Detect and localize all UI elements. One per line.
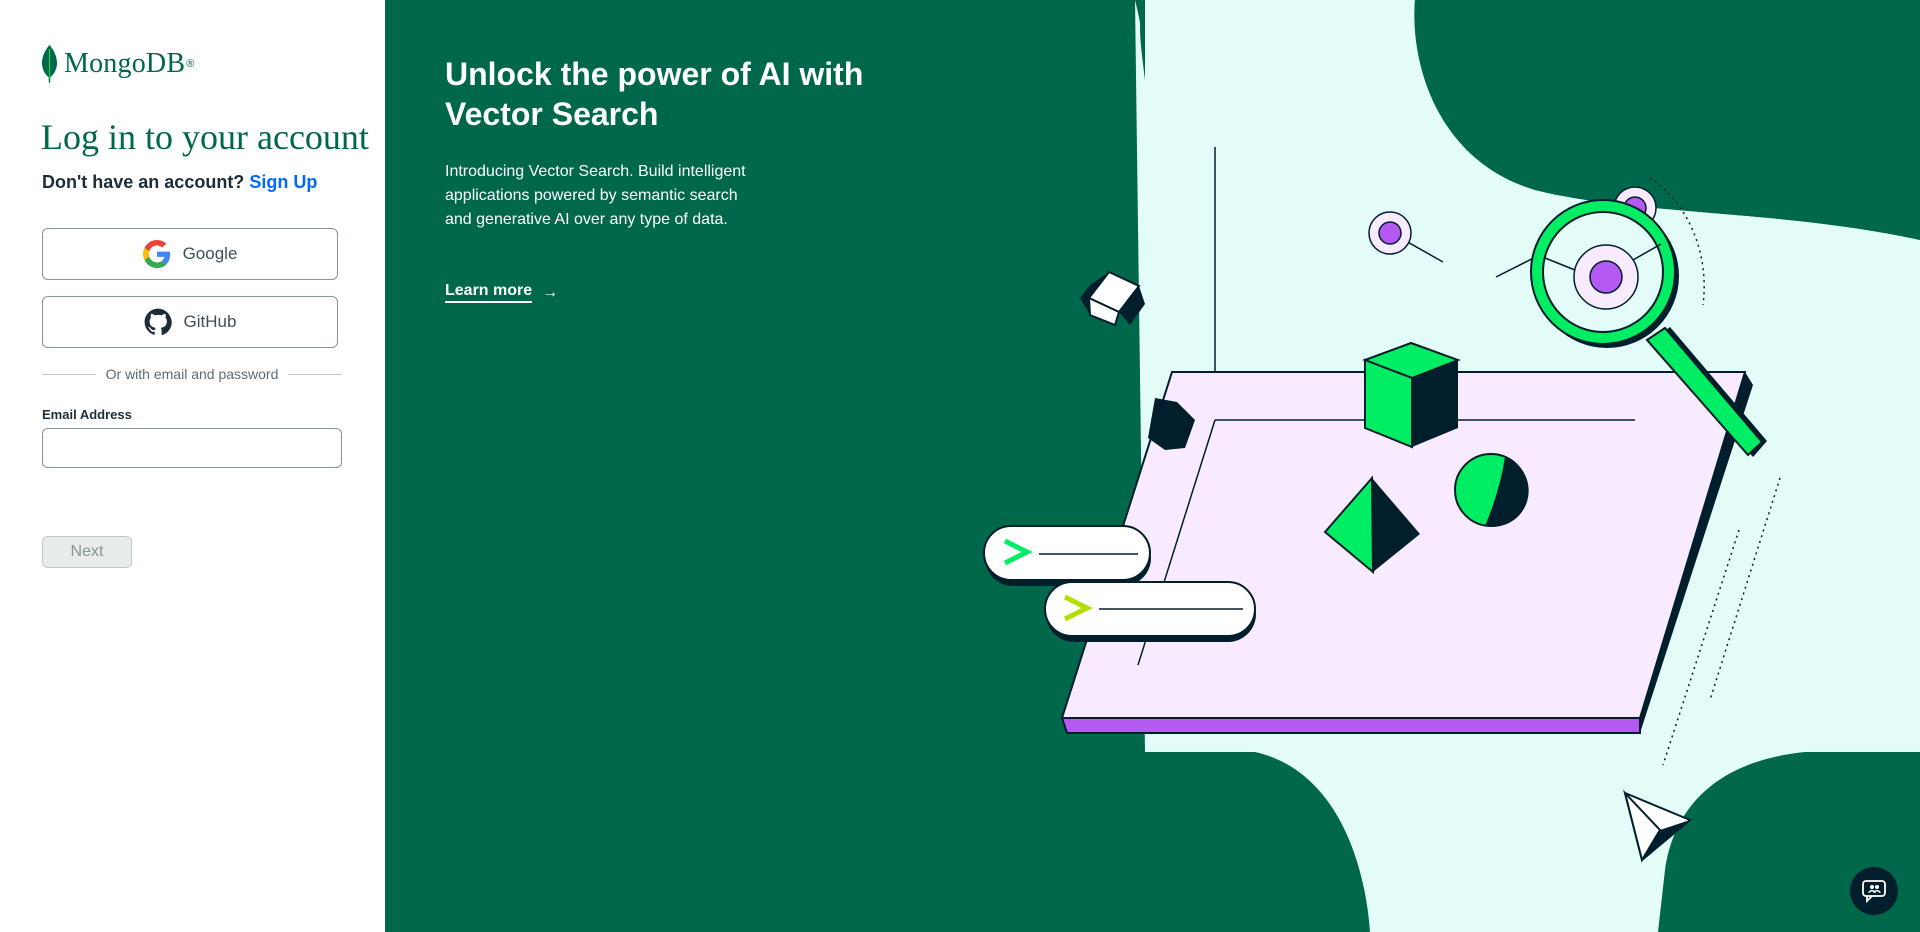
next-button[interactable]: Next	[42, 536, 132, 568]
divider-line-right	[288, 373, 342, 375]
learn-more-label: Learn more	[445, 282, 533, 303]
login-panel: MongoDB ® Log in to your account Don't h…	[0, 0, 385, 932]
email-label: Email Address	[42, 407, 132, 422]
divider-text: Or with email and password	[105, 366, 279, 382]
logo-wordmark: MongoDB	[64, 48, 186, 79]
logo-registered-mark: ®	[186, 58, 195, 70]
divider: Or with email and password	[42, 366, 342, 382]
divider-line-left	[42, 373, 96, 375]
prompt-card-1	[983, 525, 1151, 586]
github-login-label: GitHub	[183, 312, 237, 331]
email-field[interactable]	[42, 428, 342, 468]
hero-title: Unlock the power of AI with Vector Searc…	[445, 56, 864, 132]
hero-panel: Unlock the power of AI with Vector Searc…	[385, 0, 1920, 932]
github-login-button[interactable]: GitHub	[42, 296, 338, 348]
signup-prompt-line: Don't have an account? Sign Up	[42, 172, 317, 193]
signup-prompt: Don't have an account?	[42, 172, 245, 192]
platform-edge	[1060, 717, 1641, 734]
google-login-button[interactable]: Google	[42, 228, 338, 280]
floating-cube	[1080, 270, 1145, 327]
arrow-right-icon: →	[542, 283, 559, 301]
prompt-card-2	[1044, 581, 1256, 642]
sphere	[1454, 453, 1529, 527]
learn-more-link[interactable]: Learn more →	[445, 282, 558, 303]
mongodb-leaf-icon	[42, 45, 57, 83]
chat-support-button[interactable]	[1850, 867, 1898, 915]
green-cube	[1362, 341, 1461, 449]
github-icon	[144, 308, 172, 336]
google-login-label: Google	[182, 244, 238, 263]
signup-link[interactable]: Sign Up	[249, 172, 317, 192]
hero-description: Introducing Vector Search. Build intelli…	[445, 163, 746, 228]
google-icon	[142, 240, 171, 268]
page-title: Log in to your account	[41, 117, 369, 157]
vector-search-illustration	[983, 0, 1920, 932]
mongodb-logo[interactable]: MongoDB ®	[41, 45, 194, 83]
chat-support-icon	[1862, 880, 1886, 903]
